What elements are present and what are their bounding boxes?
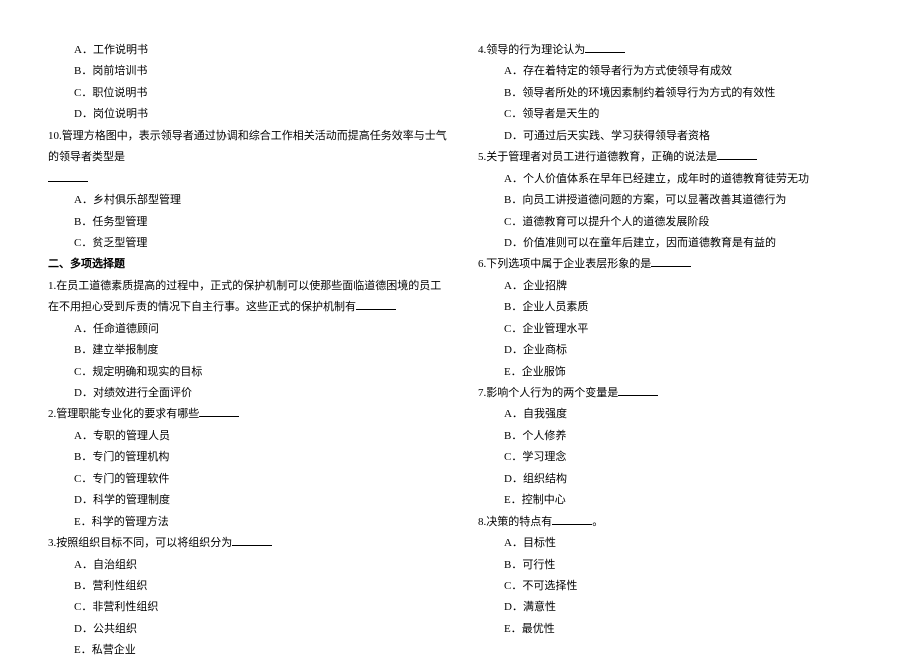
mq5-stem: 5.关于管理者对员工进行道德教育，正确的说法是	[470, 147, 880, 168]
mq5-option-a: A．个人价值体系在早年已经建立，成年时的道德教育徒劳无功	[470, 169, 880, 190]
mq5-option-b: B．向员工讲授道德问题的方案，可以显著改善其道德行为	[470, 190, 880, 211]
mq8-option-e: E．最优性	[470, 619, 880, 640]
mq1-option-d: D．对绩效进行全面评价	[40, 383, 450, 404]
mq6-stem-text: 6.下列选项中属于企业表层形象的是	[478, 258, 651, 270]
mq2-stem: 2.管理职能专业化的要求有哪些	[40, 404, 450, 425]
mq5-option-d: D．价值准则可以在童年后建立，因而道德教育是有益的	[470, 233, 880, 254]
mq6-option-b: B．企业人员素质	[470, 297, 880, 318]
mq4-option-a: A．存在着特定的领导者行为方式使领导有成效	[470, 61, 880, 82]
mq7-option-b: B．个人修养	[470, 426, 880, 447]
blank-icon	[48, 172, 88, 182]
mq3-option-a: A．自治组织	[40, 555, 450, 576]
mq7-option-c: C．学习理念	[470, 447, 880, 468]
mq8-stem: 8.决策的特点有 。	[470, 512, 880, 533]
mq7-option-e: E．控制中心	[470, 490, 880, 511]
mq7-stem: 7.影响个人行为的两个变量是	[470, 383, 880, 404]
blank-icon	[651, 257, 691, 267]
mq3-option-d: D．公共组织	[40, 619, 450, 640]
right-column: 4.领导的行为理论认为 A．存在着特定的领导者行为方式使领导有成效 B．领导者所…	[460, 40, 890, 631]
mq8-stem-post: 。	[592, 516, 603, 528]
blank-icon	[552, 515, 592, 525]
mq2-option-a: A．专职的管理人员	[40, 426, 450, 447]
mq6-option-e: E．企业服饰	[470, 362, 880, 383]
mq8-option-d: D．满意性	[470, 597, 880, 618]
section-2-title: 二、多项选择题	[40, 254, 450, 275]
mq4-stem-text: 4.领导的行为理论认为	[478, 44, 585, 56]
q10-option-b: B．任务型管理	[40, 212, 450, 233]
q10-stem-text: 10.管理方格图中，表示领导者通过协调和综合工作相关活动而提高任务效率与士气的领…	[48, 130, 447, 163]
mq7-option-d: D．组织结构	[470, 469, 880, 490]
mq4-option-c: C．领导者是天生的	[470, 104, 880, 125]
q9-option-b: B．岗前培训书	[40, 61, 450, 82]
mq4-option-b: B．领导者所处的环境因素制约着领导行为方式的有效性	[470, 83, 880, 104]
blank-icon	[356, 300, 396, 310]
q9-option-a: A．工作说明书	[40, 40, 450, 61]
mq4-stem: 4.领导的行为理论认为	[470, 40, 880, 61]
mq1-option-c: C．规定明确和现实的目标	[40, 362, 450, 383]
mq2-stem-text: 2.管理职能专业化的要求有哪些	[48, 408, 199, 420]
blank-icon	[232, 536, 272, 546]
q9-option-d: D．岗位说明书	[40, 104, 450, 125]
mq3-stem: 3.按照组织目标不同，可以将组织分为	[40, 533, 450, 554]
mq1-option-a: A．任命道德顾问	[40, 319, 450, 340]
mq4-option-d: D．可通过后天实践、学习获得领导者资格	[470, 126, 880, 147]
mq3-stem-text: 3.按照组织目标不同，可以将组织分为	[48, 537, 232, 549]
blank-icon	[585, 43, 625, 53]
mq8-option-a: A．目标性	[470, 533, 880, 554]
mq3-option-b: B．营利性组织	[40, 576, 450, 597]
mq2-option-d: D．科学的管理制度	[40, 490, 450, 511]
mq6-stem: 6.下列选项中属于企业表层形象的是	[470, 254, 880, 275]
mq8-stem-pre: 8.决策的特点有	[478, 516, 552, 528]
mq6-option-a: A．企业招牌	[470, 276, 880, 297]
mq6-option-d: D．企业商标	[470, 340, 880, 361]
mq8-option-c: C．不可选择性	[470, 576, 880, 597]
mq5-stem-text: 5.关于管理者对员工进行道德教育，正确的说法是	[478, 151, 717, 163]
q10-option-a: A．乡村俱乐部型管理	[40, 190, 450, 211]
mq5-option-c: C．道德教育可以提升个人的道德发展阶段	[470, 212, 880, 233]
blank-icon	[618, 386, 658, 396]
mq8-option-b: B．可行性	[470, 555, 880, 576]
q10-blank-line	[40, 169, 450, 190]
mq1-stem: 1.在员工道德素质提高的过程中，正式的保护机制可以使那些面临道德困境的员工在不用…	[40, 276, 450, 319]
left-column: A．工作说明书 B．岗前培训书 C．职位说明书 D．岗位说明书 10.管理方格图…	[30, 40, 460, 631]
blank-icon	[199, 408, 239, 418]
mq2-option-e: E．科学的管理方法	[40, 512, 450, 533]
mq7-stem-text: 7.影响个人行为的两个变量是	[478, 387, 618, 399]
blank-icon	[717, 150, 757, 160]
q9-option-c: C．职位说明书	[40, 83, 450, 104]
q10-stem: 10.管理方格图中，表示领导者通过协调和综合工作相关活动而提高任务效率与士气的领…	[40, 126, 450, 169]
mq2-option-b: B．专门的管理机构	[40, 447, 450, 468]
mq6-option-c: C．企业管理水平	[470, 319, 880, 340]
mq1-option-b: B．建立举报制度	[40, 340, 450, 361]
q10-option-c: C．贫乏型管理	[40, 233, 450, 254]
mq3-option-c: C．非营利性组织	[40, 597, 450, 618]
mq2-option-c: C．专门的管理软件	[40, 469, 450, 490]
mq7-option-a: A．自我强度	[470, 404, 880, 425]
